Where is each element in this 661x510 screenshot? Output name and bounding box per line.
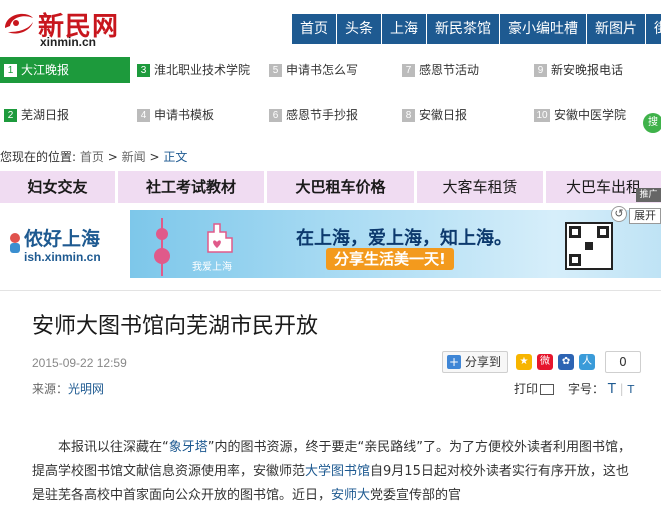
print-label: 打印 bbox=[514, 382, 539, 396]
site-logo[interactable]: 新民网 xinmin.cn bbox=[2, 6, 127, 49]
font-size-small-button[interactable]: T bbox=[628, 383, 635, 396]
breadcrumb-separator: > bbox=[149, 150, 160, 164]
banner-expand-button[interactable]: 展开 bbox=[629, 208, 661, 224]
nav-item-street[interactable]: 街 bbox=[646, 14, 661, 44]
baidu-icon[interactable]: ✿ bbox=[558, 354, 575, 370]
hot-link-rank: 3 bbox=[137, 64, 150, 77]
hot-link-7[interactable]: 7 感恩节活动 bbox=[402, 57, 479, 83]
breadcrumb-current[interactable]: 正文 bbox=[163, 150, 187, 164]
hot-link-label: 新安晚报电话 bbox=[551, 63, 624, 77]
hot-link-8[interactable]: 8 安徽日报 bbox=[402, 102, 467, 128]
hot-link-5[interactable]: 5 申请书怎么写 bbox=[269, 57, 358, 83]
hot-link-rank: 9 bbox=[534, 64, 547, 77]
font-size-large-button[interactable]: T bbox=[608, 382, 616, 397]
ad-promo-tag: 推广 bbox=[636, 188, 661, 202]
ad-keyword-1[interactable]: 妇女交友 bbox=[0, 171, 118, 203]
breadcrumb-separator: > bbox=[107, 150, 118, 164]
source-link[interactable]: 光明网 bbox=[68, 382, 104, 396]
hot-link-label: 大江晚报 bbox=[21, 63, 70, 77]
hot-link-label: 感恩节活动 bbox=[419, 63, 480, 77]
share-count: 0 bbox=[605, 351, 641, 373]
hot-link-label: 感恩节手抄报 bbox=[286, 108, 359, 122]
hot-link-label: 申请书怎么写 bbox=[286, 63, 359, 77]
share-label: 分享到 bbox=[465, 355, 502, 369]
banner-url: ish.xinmin.cn bbox=[24, 250, 101, 264]
breadcrumb: 您现在的位置: 首页 > 新闻 > 正文 bbox=[0, 148, 187, 166]
font-size-label: 字号： bbox=[568, 382, 605, 396]
logo-swirl-icon bbox=[5, 13, 33, 34]
ad-keyword-3[interactable]: 大巴租车价格 bbox=[267, 171, 417, 203]
hot-link-label: 芜湖日报 bbox=[21, 108, 70, 122]
hot-link-rank: 7 bbox=[402, 64, 415, 77]
hot-link-rank: 1 bbox=[4, 64, 17, 77]
hot-link-rank: 6 bbox=[269, 109, 282, 122]
printer-icon bbox=[540, 384, 555, 395]
print-link[interactable]: 打印 bbox=[514, 380, 555, 397]
inline-link-university-library[interactable]: 大学图书馆 bbox=[305, 464, 370, 479]
banner-title: 侬好上海 bbox=[24, 228, 101, 250]
main-nav: 首页 头条 上海 新民茶馆 豪小编吐槽 新图片 街 bbox=[292, 14, 661, 44]
qzone-icon[interactable]: ★ bbox=[516, 354, 533, 370]
share-toolbar: + 分享到 ★ 微 ✿ 人 bbox=[442, 351, 596, 373]
body-text-run: 党委宣传部的官 bbox=[370, 488, 462, 503]
font-size-control: 字号： T | T bbox=[568, 380, 634, 397]
hot-link-6[interactable]: 6 感恩节手抄报 bbox=[269, 102, 358, 128]
article-body: 本报讯以往深藏在“象牙塔”内的图书资源，终于要走“亲民路线”了。为了方便校外读者… bbox=[32, 436, 632, 508]
hot-link-3[interactable]: 3 淮北职业技术学院 bbox=[137, 57, 250, 83]
site-header: 新民网 xinmin.cn 首页 头条 上海 新民茶馆 豪小编吐槽 新图片 街 bbox=[0, 0, 661, 49]
promo-banner[interactable]: 侬好上海 ish.xinmin.cn 我爱上海 在上海，爱上海，知上海。 分享生… bbox=[0, 210, 661, 278]
banner-refresh-icon[interactable]: ↺ bbox=[611, 206, 627, 222]
nav-item-home[interactable]: 首页 bbox=[292, 14, 337, 44]
nav-item-teahouse[interactable]: 新民茶馆 bbox=[427, 14, 500, 44]
hot-link-rank: 2 bbox=[4, 109, 17, 122]
breadcrumb-home[interactable]: 首页 bbox=[80, 150, 104, 164]
inline-link-ivory-tower[interactable]: 象牙塔 bbox=[169, 440, 208, 455]
logo-text-en: xinmin.cn bbox=[40, 35, 97, 49]
nav-item-photos[interactable]: 新图片 bbox=[587, 14, 646, 44]
share-button[interactable]: + 分享到 bbox=[442, 351, 509, 373]
hot-link-label: 申请书模板 bbox=[154, 108, 215, 122]
ad-keyword-4[interactable]: 大客车租赁 bbox=[417, 171, 546, 203]
font-size-separator: | bbox=[619, 382, 624, 396]
body-text-run: 本报讯以往深藏在“ bbox=[58, 440, 169, 455]
hot-link-rank: 8 bbox=[402, 109, 415, 122]
hot-link-rank: 5 bbox=[269, 64, 282, 77]
breadcrumb-prefix: 您现在的位置: bbox=[0, 150, 77, 164]
hot-link-9[interactable]: 9 新安晚报电话 bbox=[534, 57, 623, 83]
nav-item-editor-rant[interactable]: 豪小编吐槽 bbox=[500, 14, 587, 44]
hot-link-10[interactable]: 10 安徽中医学院 bbox=[534, 102, 626, 128]
banner-hand-caption: 我爱上海 bbox=[192, 262, 232, 273]
qr-code-icon bbox=[565, 222, 613, 270]
hot-link-label: 淮北职业技术学院 bbox=[154, 63, 251, 77]
ad-keyword-2[interactable]: 社工考试教材 bbox=[118, 171, 267, 203]
search-badge-icon[interactable]: 搜 bbox=[643, 113, 661, 133]
article-paragraph: 本报讯以往深藏在“象牙塔”内的图书资源，终于要走“亲民路线”了。为了方便校外读者… bbox=[32, 436, 632, 508]
article-date: 2015-09-22 12:59 bbox=[32, 356, 127, 370]
hot-link-rank: 4 bbox=[137, 109, 150, 122]
weibo-icon[interactable]: 微 bbox=[537, 354, 554, 370]
nav-item-headlines[interactable]: 头条 bbox=[337, 14, 382, 44]
hot-link-label: 安徽中医学院 bbox=[554, 108, 627, 122]
hot-link-4[interactable]: 4 申请书模板 bbox=[137, 102, 214, 128]
renren-icon[interactable]: 人 bbox=[579, 354, 596, 370]
ad-keyword-bar: 妇女交友 社工考试教材 大巴租车价格 大客车租赁 大巴车出租 bbox=[0, 171, 661, 203]
inline-link-anhui-normal-univ[interactable]: 安师大 bbox=[331, 488, 370, 503]
love-shanghai-hand-icon bbox=[207, 223, 233, 253]
hot-link-2[interactable]: 2 芜湖日报 bbox=[4, 102, 69, 128]
hot-link-rank: 10 bbox=[534, 109, 550, 122]
hot-link-1[interactable]: 1 大江晚报 bbox=[0, 57, 130, 83]
section-divider bbox=[0, 290, 661, 291]
hot-link-label: 安徽日报 bbox=[419, 108, 468, 122]
breadcrumb-news[interactable]: 新闻 bbox=[122, 150, 146, 164]
pearl-tower-icon bbox=[154, 218, 170, 276]
source-label: 来源： bbox=[32, 382, 69, 396]
banner-slogan: 在上海，爱上海，知上海。 bbox=[296, 228, 512, 249]
banner-slogan-sub: 分享生活美一天! bbox=[326, 248, 454, 270]
article-title: 安师大图书馆向芜湖市民开放 bbox=[32, 314, 319, 339]
nav-item-shanghai[interactable]: 上海 bbox=[382, 14, 427, 44]
share-plus-icon: + bbox=[447, 355, 461, 369]
article-source: 来源：光明网 bbox=[32, 380, 104, 397]
hot-links-grid: 1 大江晚报 3 淮北职业技术学院 5 申请书怎么写 7 感恩节活动 9 新安晚报电话 2… bbox=[0, 56, 661, 144]
banner-character-icon bbox=[10, 233, 20, 253]
